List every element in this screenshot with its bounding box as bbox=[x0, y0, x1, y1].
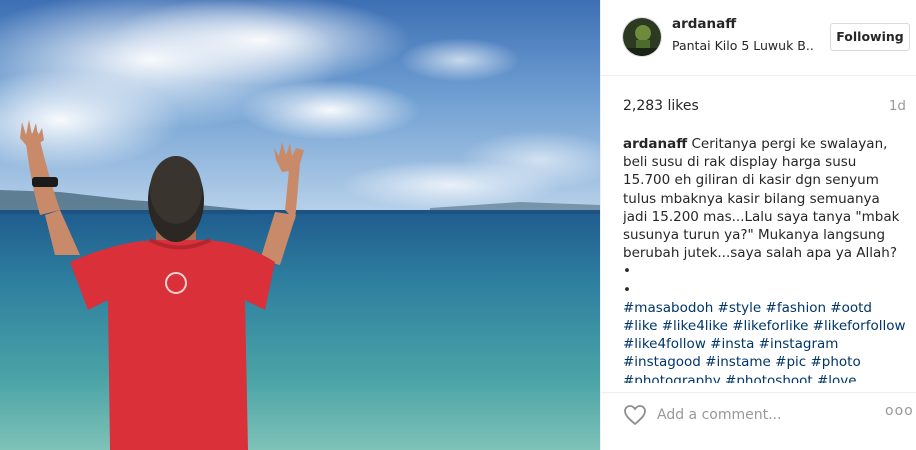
avatar-image bbox=[623, 18, 661, 56]
caption-bullet: • bbox=[623, 281, 631, 298]
hashtag-line[interactable]: #masabodoh #style #fashion #ootd bbox=[623, 299, 905, 317]
hashtag-line[interactable]: #photography #photoshoot #love bbox=[623, 372, 905, 383]
more-options-icon[interactable]: ooo bbox=[885, 403, 914, 419]
caption-line: ardanaff Ceritanya pergi ke swalayan, bbox=[623, 135, 905, 153]
caption-bullet: • bbox=[623, 263, 631, 280]
post-location[interactable]: Pantai Kilo 5 Luwuk B.. bbox=[672, 38, 822, 53]
caption-area: ardanaff Ceritanya pergi ke swalayan, be… bbox=[623, 135, 905, 383]
caption-line: 15.700 eh giliran di kasir dgn senyum bbox=[623, 172, 879, 189]
following-button[interactable]: Following bbox=[830, 23, 910, 51]
caption-username[interactable]: ardanaff bbox=[623, 136, 687, 152]
hashtag-line[interactable]: #like4follow #insta #instagram bbox=[623, 335, 905, 353]
beach-photo-illustration bbox=[0, 0, 600, 450]
caption-line: susunya turun ya?" Mukanya langsung bbox=[623, 227, 886, 244]
caption-line: jadi 15.200 mas...Lalu saya tanya "mbak bbox=[623, 208, 900, 225]
post-author-username[interactable]: ardanaff bbox=[672, 16, 736, 32]
likes-count[interactable]: 2,283 likes bbox=[623, 98, 699, 114]
post-photo[interactable] bbox=[0, 0, 600, 450]
caption-line: berubah jutek...saya salah apa ya Allah? bbox=[623, 245, 897, 262]
hashtag-line[interactable]: #instagood #instame #pic #photo bbox=[623, 353, 905, 371]
heart-outline-icon[interactable] bbox=[623, 404, 647, 426]
add-comment-input[interactable] bbox=[657, 407, 857, 423]
caption-text: Ceritanya pergi ke swalayan, bbox=[691, 136, 888, 152]
caption-line: tulus mbaknya kasir bilang semuanya bbox=[623, 190, 880, 207]
avatar[interactable] bbox=[622, 17, 662, 57]
post-header: ardanaff Pantai Kilo 5 Luwuk B.. Followi… bbox=[601, 0, 916, 76]
post-time[interactable]: 1d bbox=[889, 98, 906, 114]
hashtag-line[interactable]: #like #like4like #likeforlike #likeforfo… bbox=[623, 317, 905, 335]
post-side-panel: ardanaff Pantai Kilo 5 Luwuk B.. Followi… bbox=[600, 0, 916, 450]
caption-line: beli susu di rak display harga susu bbox=[623, 154, 857, 171]
comment-bar: ooo bbox=[601, 392, 916, 450]
